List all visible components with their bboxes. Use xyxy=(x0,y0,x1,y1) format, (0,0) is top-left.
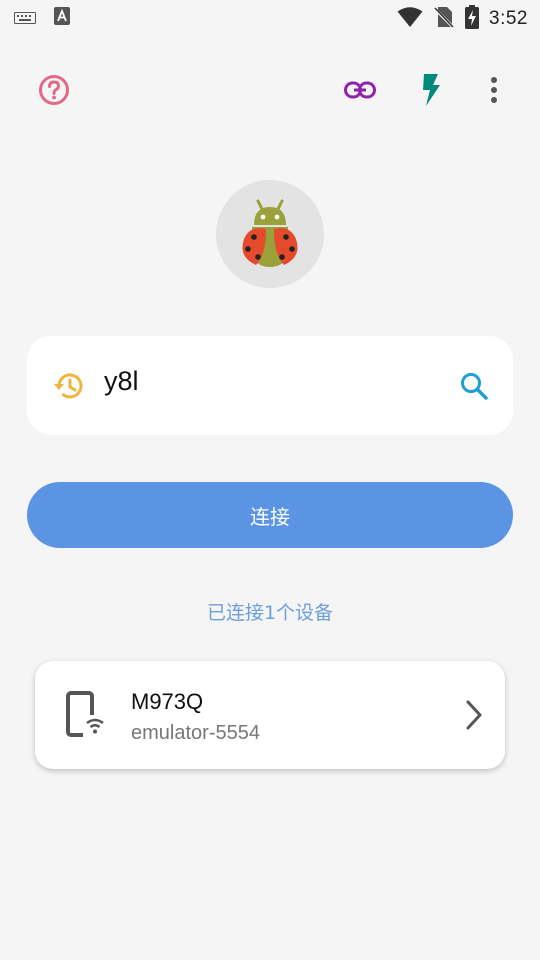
device-name: M973Q xyxy=(131,689,204,714)
status-bar: 3:52 xyxy=(0,0,540,36)
device-list-item[interactable]: M973Q emulator-5554 xyxy=(35,661,505,769)
keyboard-icon xyxy=(14,9,36,28)
flash-icon[interactable] xyxy=(416,72,446,108)
connected-devices-status[interactable]: 已连接1个设备 xyxy=(0,598,540,625)
a-notification-icon xyxy=(54,7,70,29)
no-sim-icon xyxy=(432,5,456,33)
more-icon[interactable] xyxy=(482,74,506,106)
ladybug-android-logo xyxy=(242,199,298,267)
battery-charging-icon xyxy=(465,5,480,33)
history-icon[interactable] xyxy=(53,370,85,402)
help-icon[interactable] xyxy=(36,72,72,108)
app-logo xyxy=(216,180,324,288)
chevron-right-icon[interactable] xyxy=(463,699,485,731)
search-card: y8l xyxy=(27,336,513,435)
link-icon[interactable] xyxy=(342,74,378,106)
device-serial: emulator-5554 xyxy=(131,722,260,744)
connect-button[interactable]: 连接 xyxy=(27,482,513,548)
wifi-icon xyxy=(397,6,423,32)
status-time: 3:52 xyxy=(489,8,528,29)
screen: 3:52 y8l 连接 已连接1个设备 M973Q emulator-5554 xyxy=(0,0,540,960)
phone-wifi-icon xyxy=(65,691,109,739)
search-input[interactable]: y8l xyxy=(104,366,139,397)
search-icon[interactable] xyxy=(459,371,489,401)
